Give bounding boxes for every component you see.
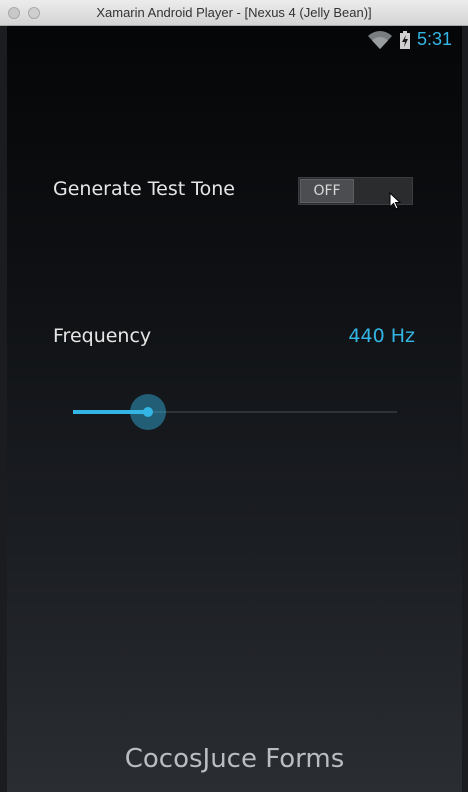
window-title: Xamarin Android Player - [Nexus 4 (Jelly… <box>96 5 372 20</box>
battery-charging-icon <box>400 31 410 49</box>
frequency-slider[interactable] <box>73 394 397 430</box>
window-titlebar: Xamarin Android Player - [Nexus 4 (Jelly… <box>0 0 468 26</box>
wifi-icon <box>368 31 392 49</box>
mouse-cursor-icon <box>389 192 401 210</box>
slider-thumb-core <box>143 407 153 417</box>
slider-thumb[interactable] <box>130 394 166 430</box>
emulator-window: Xamarin Android Player - [Nexus 4 (Jelly… <box>0 0 468 792</box>
device-screen: 5:31 Generate Test Tone OFF Frequency 44… <box>7 26 462 792</box>
status-clock: 5:31 <box>417 29 453 49</box>
app-footer-title: CocosJuce Forms <box>124 744 345 774</box>
status-bar: 5:31 <box>7 26 462 54</box>
frequency-value: 440 Hz <box>348 325 415 347</box>
frequency-label: Frequency <box>53 325 152 347</box>
switch-thumb: OFF <box>300 179 354 203</box>
test-tone-label: Generate Test Tone <box>53 178 235 200</box>
